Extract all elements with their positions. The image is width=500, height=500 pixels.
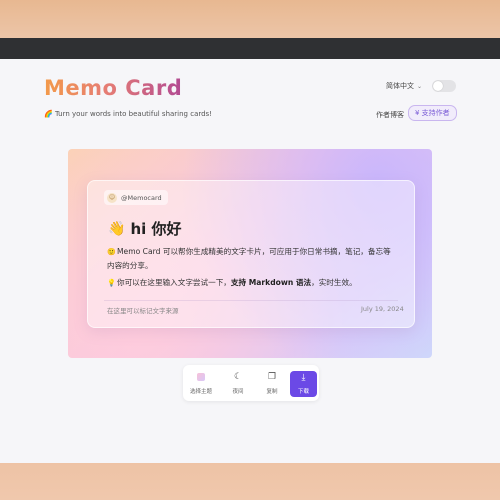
download-icon: ⤓: [301, 373, 306, 383]
avatar: ☺: [107, 192, 117, 203]
theme-toggle[interactable]: [432, 80, 456, 92]
window-bottom-background: [0, 463, 500, 500]
support-author-label: ¥ 支持作者: [415, 109, 450, 117]
handle-text: @Memocard: [121, 193, 162, 202]
card-paragraph-1[interactable]: 🙂Memo Card 可以帮你生成精美的文字卡片，可应用于你日常书摘，笔记，备忘…: [107, 245, 397, 272]
memo-icon: 🙂: [107, 248, 116, 256]
copy-icon: ❐: [267, 372, 277, 382]
app-tagline: 🌈 Turn your words into beautiful sharing…: [44, 110, 213, 118]
language-value: 简体中文: [386, 82, 414, 90]
lightbulb-icon: 💡: [107, 279, 116, 287]
copy-button[interactable]: ❐ 复制: [259, 371, 285, 397]
card-paragraph-2[interactable]: 💡你可以在这里输入文字尝试一下，支持 Markdown 语法，实时生效。: [107, 276, 397, 290]
paragraph-2-suffix: ，实时生效。: [311, 278, 357, 287]
card-divider: [104, 300, 398, 301]
browser-bar: [0, 38, 500, 59]
dark-mode-label: 夜间: [232, 389, 244, 395]
select-theme-label: 选择主题: [189, 389, 212, 395]
dark-mode-button[interactable]: ☾ 夜间: [225, 371, 251, 397]
paragraph-1-text: Memo Card 可以帮你生成精美的文字卡片，可应用于你日常书摘，笔记，备忘等…: [107, 247, 391, 270]
author-blog-link[interactable]: 作者博客: [376, 110, 404, 120]
select-theme-button[interactable]: 选择主题: [188, 371, 214, 397]
download-label: 下载: [297, 389, 309, 395]
window-top-background: [0, 0, 500, 38]
language-select[interactable]: 简体中文 ⌄: [386, 81, 422, 91]
card-handle: ☺ @Memocard: [104, 190, 168, 205]
theme-swatch-icon: [197, 373, 205, 381]
toggle-knob: [433, 81, 443, 91]
app-title: Memo Card: [44, 76, 183, 100]
chevron-down-icon: ⌄: [417, 82, 423, 90]
card-date: July 19, 2024: [361, 305, 404, 313]
card-heading-text: hi 你好: [130, 220, 182, 238]
copy-label: 复制: [266, 389, 278, 395]
download-button[interactable]: ⤓ 下载: [290, 371, 317, 397]
support-author-button[interactable]: ¥ 支持作者: [408, 105, 457, 121]
card-heading[interactable]: 👋 hi 你好: [108, 218, 181, 239]
source-input[interactable]: 在这里可以标记文字来源: [107, 305, 179, 315]
moon-icon: ☾: [233, 372, 243, 382]
paragraph-2-bold: 支持 Markdown 语法: [230, 278, 312, 287]
paragraph-2-text: 你可以在这里输入文字尝试一下，: [117, 278, 231, 287]
waving-hand-icon: 👋: [108, 220, 126, 237]
